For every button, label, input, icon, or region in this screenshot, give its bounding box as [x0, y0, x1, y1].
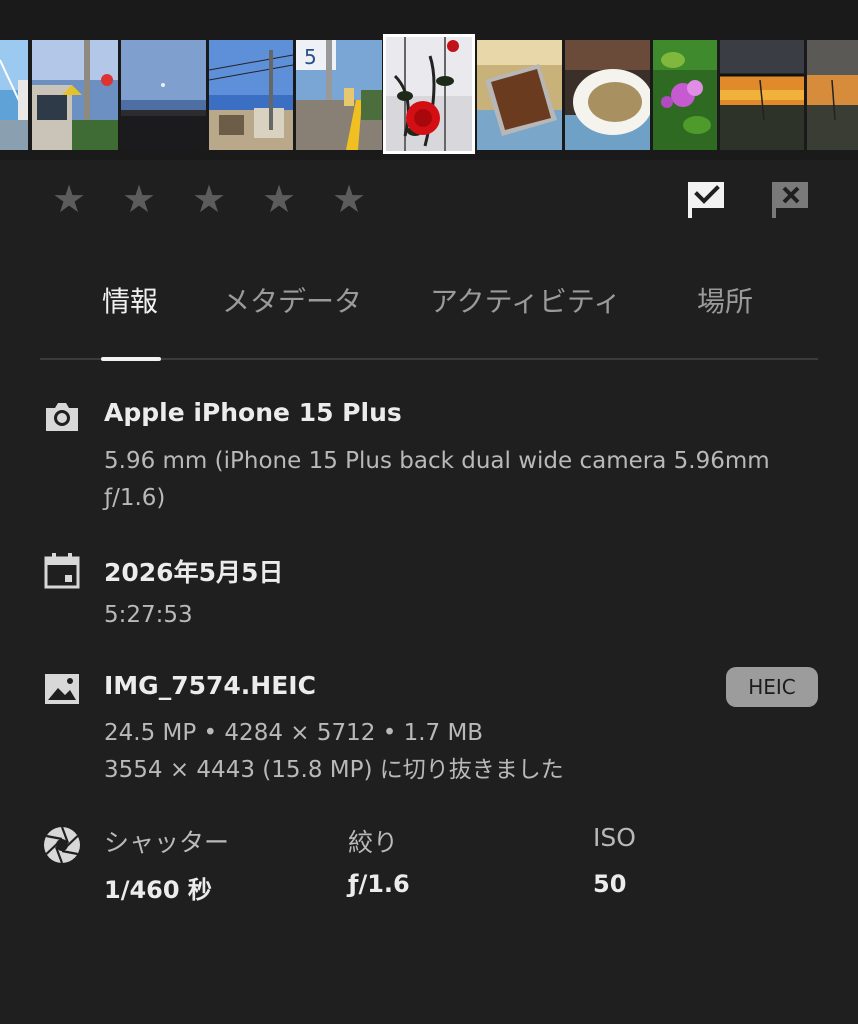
star-5-icon[interactable]: ★ [332, 180, 370, 218]
star-1-icon[interactable]: ★ [52, 180, 90, 218]
camera-model: Apple iPhone 15 Plus [104, 398, 402, 427]
thumb-sunset-window[interactable] [720, 40, 804, 150]
aperture-value: ƒ/1.6 [348, 870, 410, 898]
file-name: IMG_7574.HEIC [104, 671, 316, 700]
flag-check-icon[interactable] [686, 180, 726, 220]
thumb-sunset-city[interactable] [807, 40, 858, 150]
tab-info[interactable]: 情報 [102, 280, 158, 320]
info-tabs: 情報 メタデータ アクティビティ 場所 [40, 270, 818, 362]
star-4-icon[interactable]: ★ [262, 180, 300, 218]
shutter-value: 1/460 秒 [104, 876, 212, 904]
camera-icon [42, 397, 82, 437]
aperture-label: 絞り [348, 828, 399, 857]
thumb-coffee-beans-bowl[interactable] [565, 40, 650, 150]
tab-activity[interactable]: アクティビティ [430, 280, 621, 320]
tab-location[interactable]: 場所 [697, 280, 753, 320]
thumb-street-sky[interactable] [0, 40, 28, 150]
filmstrip: 5 [0, 0, 858, 160]
thumb-coffee-beans-tray[interactable] [477, 40, 562, 150]
active-tab-indicator [101, 357, 161, 361]
thumb-road-sign[interactable]: 5 [296, 40, 382, 150]
thumb-dusk-sky-roof[interactable] [121, 40, 206, 150]
capture-time: 5:27:53 [104, 602, 193, 628]
file-details: 24.5 MP • 4284 × 5712 • 1.7 MB [104, 720, 484, 746]
lens-info-line-1: 5.96 mm (iPhone 15 Plus back dual wide c… [104, 448, 770, 474]
crop-info: 3554 × 4443 (15.8 MP) に切り抜きました [104, 757, 564, 783]
capture-date: 2026年5月5日 [104, 558, 284, 587]
star-3-icon[interactable]: ★ [192, 180, 230, 218]
svg-text:5: 5 [304, 45, 317, 69]
tab-metadata[interactable]: メタデータ [222, 280, 362, 320]
thumb-purple-flower[interactable] [653, 40, 717, 150]
star-2-icon[interactable]: ★ [122, 180, 160, 218]
aperture-icon [42, 825, 82, 865]
thumb-town-wires[interactable] [209, 40, 293, 150]
shutter-label: シャッター [104, 828, 230, 857]
thumb-house-pole[interactable] [32, 40, 118, 150]
calendar-icon [42, 551, 82, 591]
iso-value: 50 [593, 870, 627, 898]
thumb-red-rose[interactable] [383, 34, 475, 154]
image-icon [42, 669, 82, 709]
lens-info-line-2: ƒ/1.6) [104, 485, 166, 511]
iso-label: ISO [593, 823, 636, 852]
file-format-badge: HEIC [726, 667, 818, 707]
flag-x-icon[interactable] [770, 180, 810, 220]
